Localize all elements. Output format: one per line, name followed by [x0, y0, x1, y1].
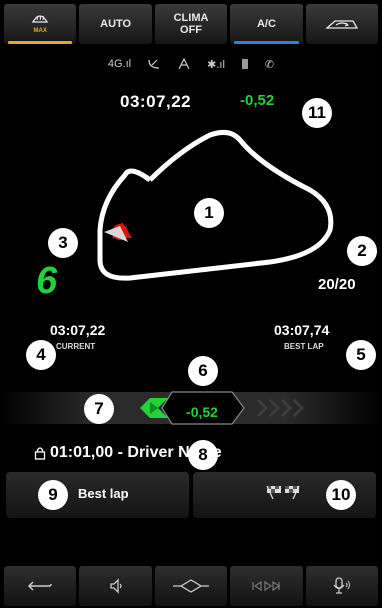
volume-button[interactable]: [79, 566, 152, 606]
volume-icon: [109, 578, 122, 594]
ac-label: A/C: [256, 18, 276, 30]
ac-button[interactable]: A/C: [230, 4, 303, 44]
callout-badge-10: 10: [326, 480, 356, 510]
climate-bar: MAX AUTO CLIMA OFF A/C: [0, 0, 382, 48]
lock-icon: [34, 447, 46, 460]
voice-mic-icon: [333, 577, 350, 594]
callout-badge-7: 7: [84, 394, 114, 424]
callout-badge-4: 4: [26, 340, 56, 370]
system-nav-bar: [0, 566, 382, 608]
current-lap-label: CURRENT: [56, 342, 96, 351]
best-lap-time: 03:07,74: [274, 322, 330, 338]
signal-bars-icon: .ıl: [122, 58, 132, 70]
gps-icon: [178, 58, 190, 70]
home-icon: [173, 579, 210, 593]
callout-badge-5: 5: [346, 340, 376, 370]
callout-badge-3: 3: [48, 228, 78, 258]
callout-badge-2: 2: [347, 236, 377, 266]
voice-button[interactable]: [305, 566, 379, 606]
delta-value: -0,52: [186, 404, 218, 420]
defrost-label: MAX: [33, 27, 47, 34]
callout-badge-6: 6: [188, 356, 218, 386]
windshield-defrost-icon: [32, 14, 49, 23]
callout-badge-1: 1: [194, 198, 224, 228]
phone-battery-icon: [241, 59, 248, 69]
media-skip-icon: [252, 580, 281, 592]
gear-indicator: 6: [36, 260, 58, 302]
bluetooth-icon: ✱.ıl: [207, 58, 225, 71]
callout-badge-9: 9: [38, 480, 68, 510]
current-lap-time: 03:07,22: [50, 322, 106, 338]
best-lap-button-label: Best lap: [78, 486, 129, 501]
auto-button[interactable]: AUTO: [79, 4, 152, 44]
network-indicator: 4G.ıl: [107, 58, 132, 70]
back-button[interactable]: [4, 566, 77, 606]
clima-off-label: CLIMA OFF: [173, 12, 209, 36]
best-lap-label: BEST LAP: [284, 342, 324, 351]
defrost-max-button[interactable]: MAX: [4, 4, 77, 44]
callout-badge-8: 8: [188, 440, 218, 470]
lap-time-top: 03:07,22: [120, 92, 192, 111]
media-skip-button[interactable]: [230, 566, 303, 606]
checkered-flags-icon: [266, 485, 300, 500]
home-button[interactable]: [154, 566, 228, 606]
air-recirculation-icon: [325, 20, 358, 29]
satellite-dish-icon: [148, 59, 160, 69]
lap-counter: 20/20: [318, 276, 356, 293]
phone-icon: ✆: [264, 58, 275, 71]
best-lap-button[interactable]: Best lap: [6, 472, 189, 518]
auto-label: AUTO: [100, 18, 132, 30]
defrost-active-indicator: [8, 41, 73, 44]
clima-off-button[interactable]: CLIMA OFF: [154, 4, 228, 44]
ac-active-indicator: [234, 41, 299, 44]
recirculation-button[interactable]: [305, 4, 379, 44]
delta-top: -0,52: [240, 92, 275, 109]
back-icon: [28, 581, 52, 591]
status-bar: 4G.ıl ✱.ıl ✆: [0, 56, 382, 72]
